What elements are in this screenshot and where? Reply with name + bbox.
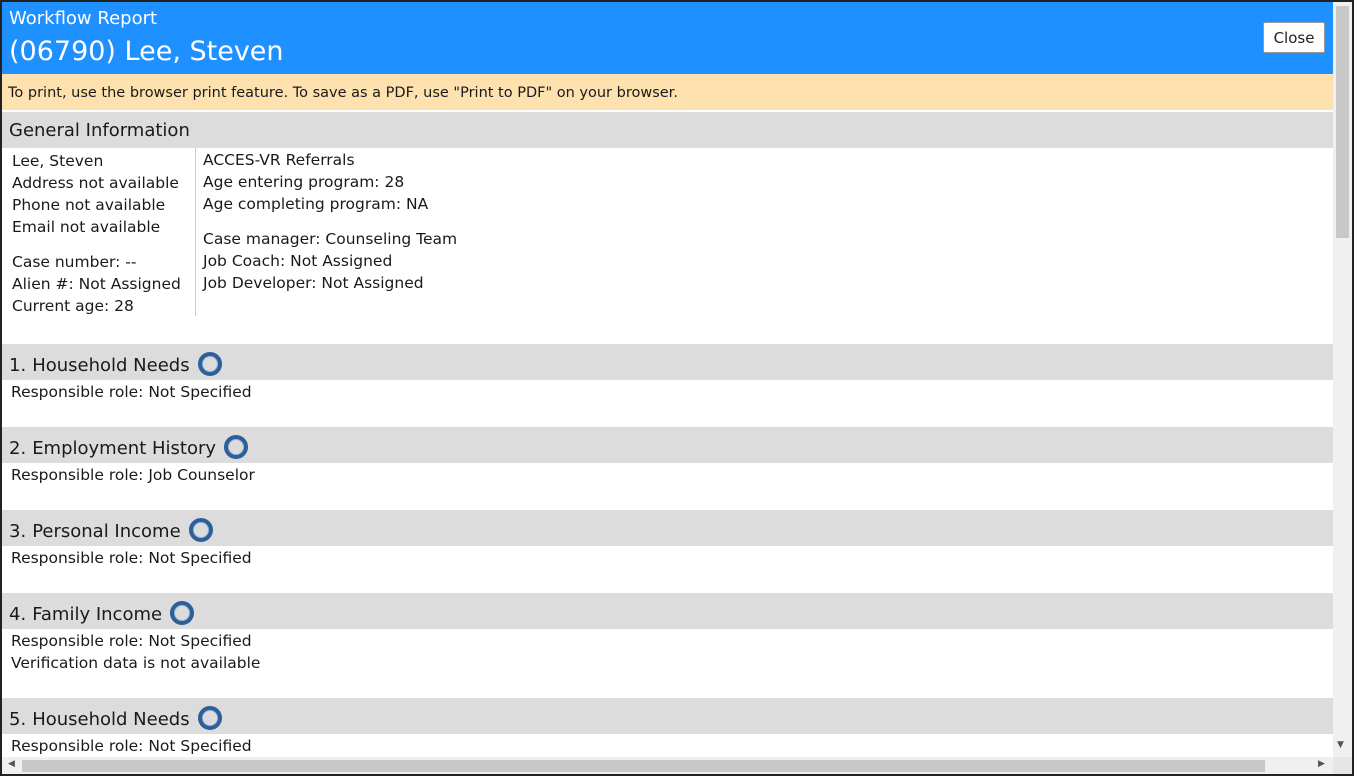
status-circle-icon: [224, 435, 249, 459]
job-coach: Job Coach: Not Assigned: [203, 252, 393, 270]
step-title: Household Needs: [32, 355, 190, 376]
report-viewport: Workflow Report (06790) Lee, Steven Clos…: [2, 2, 1333, 757]
step-title: Family Income: [32, 604, 163, 625]
step-title: Personal Income: [32, 521, 181, 542]
close-button[interactable]: Close: [1263, 22, 1325, 53]
step-verification-note: Verification data is not available: [11, 654, 261, 672]
job-developer: Job Developer: Not Assigned: [203, 274, 424, 292]
client-phone: Phone not available: [12, 196, 166, 214]
alien-number: Alien #: Not Assigned: [12, 275, 181, 293]
step-number: 3.: [9, 521, 27, 542]
step-heading: 3. Personal Income: [2, 510, 1333, 546]
info-divider: [195, 148, 196, 316]
arrow-right-icon[interactable]: ▶: [1318, 759, 1325, 769]
step-responsible-role: Responsible role: Job Counselor: [11, 466, 255, 484]
program-name: ACCES-VR Referrals: [203, 151, 355, 169]
status-circle-icon: [170, 601, 195, 625]
vertical-scroll-thumb[interactable]: [1336, 6, 1349, 238]
report-subtitle: Workflow Report: [9, 8, 158, 29]
step-heading: 4. Family Income: [2, 593, 1333, 629]
step-title: Employment History: [32, 438, 217, 459]
step-responsible-role: Responsible role: Not Specified: [11, 632, 252, 650]
status-circle-icon: [197, 706, 222, 730]
horizontal-scrollbar[interactable]: ◀ ▶: [2, 757, 1333, 774]
step-heading: 2. Employment History: [2, 427, 1333, 463]
client-address: Address not available: [12, 174, 179, 192]
step-number: 4.: [9, 604, 27, 625]
horizontal-scroll-thumb[interactable]: [22, 760, 1265, 772]
client-email: Email not available: [12, 218, 161, 236]
arrow-down-icon[interactable]: ▼: [1337, 740, 1344, 750]
client-name: Lee, Steven: [12, 152, 104, 170]
report-header: Workflow Report (06790) Lee, Steven Clos…: [2, 2, 1333, 74]
step-responsible-role: Responsible role: Not Specified: [11, 383, 252, 401]
vertical-scrollbar[interactable]: ▼: [1333, 2, 1352, 757]
general-information-heading: General Information: [2, 112, 1333, 148]
print-notice: To print, use the browser print feature.…: [2, 74, 1333, 110]
step-heading: 1. Household Needs: [2, 344, 1333, 380]
status-circle-icon: [197, 352, 222, 376]
status-circle-icon: [188, 518, 213, 542]
step-heading: 5. Household Needs: [2, 698, 1333, 734]
report-title: (06790) Lee, Steven: [9, 36, 284, 67]
age-entering: Age entering program: 28: [203, 173, 405, 191]
age-completing: Age completing program: NA: [203, 195, 429, 213]
step-title: Household Needs: [32, 709, 190, 730]
arrow-left-icon[interactable]: ◀: [8, 759, 15, 769]
current-age: Current age: 28: [12, 297, 134, 315]
step-responsible-role: Responsible role: Not Specified: [11, 549, 252, 567]
step-number: 2.: [9, 438, 27, 459]
step-number: 5.: [9, 709, 27, 730]
scrollbar-corner: [1333, 757, 1352, 774]
report-window: Workflow Report (06790) Lee, Steven Clos…: [0, 0, 1354, 776]
step-responsible-role: Responsible role: Not Specified: [11, 737, 252, 755]
step-number: 1.: [9, 355, 27, 376]
case-number: Case number: --: [12, 253, 137, 271]
case-manager: Case manager: Counseling Team: [203, 230, 458, 248]
